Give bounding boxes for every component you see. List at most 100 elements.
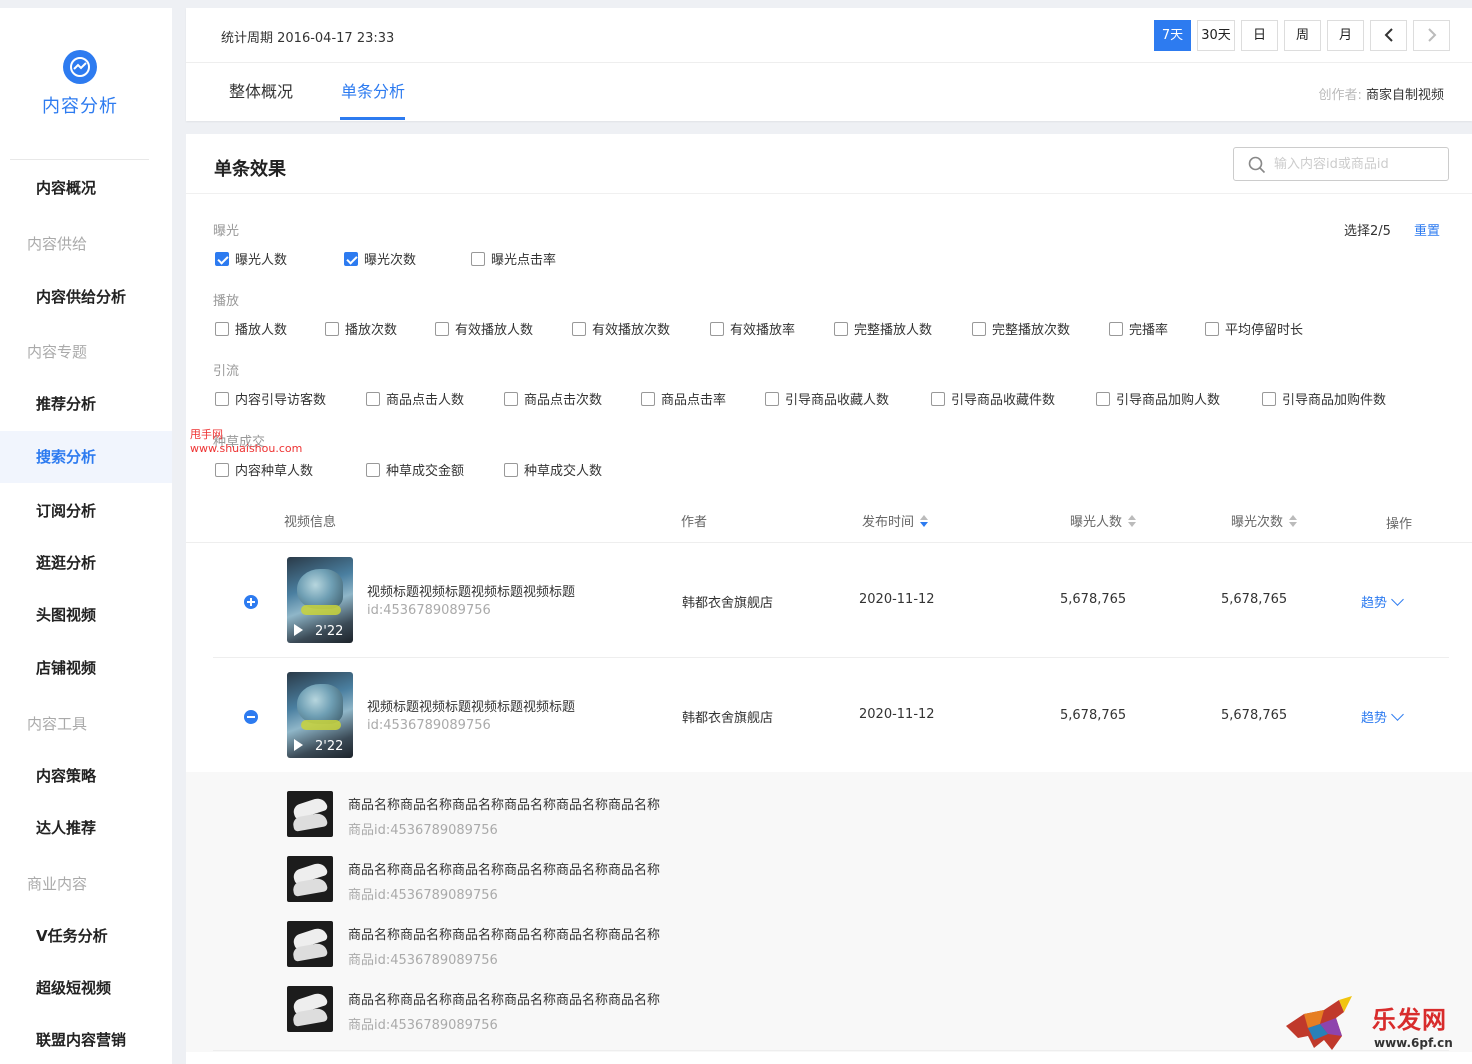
checkbox-guided-visitors[interactable]: 内容引导访客数 xyxy=(215,389,326,408)
checkbox-label: 曝光人数 xyxy=(235,253,288,268)
sidebar-item-super-short-video[interactable]: 超级短视频 xyxy=(0,962,172,1014)
checkbox-box xyxy=(1205,321,1219,336)
trend-button[interactable]: 趋势 xyxy=(1361,707,1404,726)
checkbox-label: 商品点击次数 xyxy=(524,393,603,408)
checkbox-valid-play-rate[interactable]: 有效播放率 xyxy=(710,319,795,338)
author-cell: 韩都衣舍旗舰店 xyxy=(682,596,774,611)
tab-single-analysis[interactable]: 单条分析 xyxy=(341,78,405,102)
range-day-button[interactable]: 日 xyxy=(1241,20,1278,51)
video-thumbnail[interactable]: 2'22 xyxy=(287,672,353,758)
checkbox-box xyxy=(1096,391,1110,406)
col-publish-time[interactable]: 发布时间 xyxy=(862,511,929,530)
checkbox-exposure-ctr[interactable]: 曝光点击率 xyxy=(471,249,556,268)
checkbox-exposure-users[interactable]: 曝光人数 xyxy=(215,249,287,268)
date-cell: 2020-11-12 xyxy=(859,707,935,722)
goods-name[interactable]: 商品名称商品名称商品名称商品名称商品名称商品名称 xyxy=(348,794,660,813)
creator-label: 创作者: xyxy=(1318,88,1362,103)
checkbox-seeding-amount[interactable]: 种草成交金额 xyxy=(366,460,464,479)
checkbox-box xyxy=(471,251,485,266)
checkbox-item-click-times[interactable]: 商品点击次数 xyxy=(504,389,602,408)
checkbox-box xyxy=(215,391,229,406)
goods-name[interactable]: 商品名称商品名称商品名称商品名称商品名称商品名称 xyxy=(348,989,660,1008)
next-period-button[interactable] xyxy=(1413,20,1450,51)
col-video-info: 视频信息 xyxy=(284,511,336,530)
creator-filter[interactable]: 创作者: 商家自制视频 xyxy=(1318,84,1444,103)
checkbox-box xyxy=(366,462,380,477)
chevron-right-icon xyxy=(1427,28,1436,42)
checkbox-exposure-times[interactable]: 曝光次数 xyxy=(344,249,416,268)
prev-period-button[interactable] xyxy=(1370,20,1407,51)
checkbox-valid-play-users[interactable]: 有效播放人数 xyxy=(435,319,533,338)
sidebar-logo[interactable]: 内容分析 xyxy=(0,50,160,118)
trend-label: 趋势 xyxy=(1361,711,1388,726)
checkbox-box xyxy=(215,462,229,477)
reset-link[interactable]: 重置 xyxy=(1414,220,1440,239)
exposure-users-cell: 5,678,765 xyxy=(1060,708,1127,723)
col-exposure-users[interactable]: 曝光人数 xyxy=(1070,511,1137,530)
checkbox-cart-users[interactable]: 引导商品加购人数 xyxy=(1096,389,1220,408)
checkbox-complete-play-users[interactable]: 完整播放人数 xyxy=(834,319,932,338)
search-input[interactable] xyxy=(1274,154,1439,174)
sidebar-item-supply-analysis[interactable]: 内容供给分析 xyxy=(0,271,172,323)
col-label: 视频信息 xyxy=(284,515,337,530)
goods-thumbnail[interactable] xyxy=(287,791,333,837)
collapse-minus-icon[interactable] xyxy=(244,710,258,724)
checkbox-complete-play-times[interactable]: 完整播放次数 xyxy=(972,319,1070,338)
checkbox-box xyxy=(641,391,655,406)
sidebar-group-content-tools: 内容工具 xyxy=(27,715,88,733)
sidebar-item-v-task[interactable]: V任务分析 xyxy=(0,910,172,962)
sidebar-item-subscribe-analysis[interactable]: 订阅分析 xyxy=(0,485,172,537)
sort-icon xyxy=(920,514,929,527)
checkbox-valid-play-times[interactable]: 有效播放次数 xyxy=(572,319,670,338)
group-label-traffic: 引流 xyxy=(213,364,240,379)
checkbox-play-users[interactable]: 播放人数 xyxy=(215,319,287,338)
sidebar-item-search-analysis[interactable]: 搜索分析 xyxy=(0,431,172,483)
checkbox-avg-stay-time[interactable]: 平均停留时长 xyxy=(1205,319,1303,338)
checkbox-completion-rate[interactable]: 完播率 xyxy=(1109,319,1168,338)
video-title[interactable]: 视频标题视频标题视频标题视频标题 xyxy=(367,696,575,715)
checkbox-box xyxy=(325,321,339,336)
checkbox-fav-users[interactable]: 引导商品收藏人数 xyxy=(765,389,889,408)
video-id: id:4536789089756 xyxy=(367,603,491,618)
col-exposure-times[interactable]: 曝光次数 xyxy=(1231,511,1298,530)
video-title[interactable]: 视频标题视频标题视频标题视频标题 xyxy=(367,581,575,600)
sidebar-group-business-content: 商业内容 xyxy=(27,875,88,893)
goods-thumbnail[interactable] xyxy=(287,986,333,1032)
sidebar-item-influencer-recommend[interactable]: 达人推荐 xyxy=(0,802,172,854)
range-7d-button[interactable]: 7天 xyxy=(1154,20,1191,51)
sidebar-item-header-video[interactable]: 头图视频 xyxy=(0,589,172,641)
checkbox-label: 种草成交人数 xyxy=(524,464,603,479)
checkbox-play-times[interactable]: 播放次数 xyxy=(325,319,397,338)
checkbox-fav-items[interactable]: 引导商品收藏件数 xyxy=(931,389,1055,408)
range-month-button[interactable]: 月 xyxy=(1327,20,1364,51)
tab-overview[interactable]: 整体概况 xyxy=(229,78,293,102)
goods-thumbnail[interactable] xyxy=(287,921,333,967)
checkbox-seeding-users[interactable]: 内容种草人数 xyxy=(215,460,313,479)
search-box[interactable] xyxy=(1233,147,1449,181)
video-thumbnail[interactable]: 2'22 xyxy=(287,557,353,643)
sort-icon xyxy=(1289,514,1298,527)
goods-thumbnail[interactable] xyxy=(287,856,333,902)
sidebar-item-stroll-analysis[interactable]: 逛逛分析 xyxy=(0,537,172,589)
range-30d-button[interactable]: 30天 xyxy=(1197,20,1235,51)
sidebar-item-content-strategy[interactable]: 内容策略 xyxy=(0,750,172,802)
trend-button[interactable]: 趋势 xyxy=(1361,592,1404,611)
expand-plus-icon[interactable] xyxy=(244,595,258,609)
goods-name[interactable]: 商品名称商品名称商品名称商品名称商品名称商品名称 xyxy=(348,924,660,943)
sidebar-item-alliance-marketing[interactable]: 联盟内容营销 xyxy=(0,1014,172,1064)
checkbox-item-ctr[interactable]: 商品点击率 xyxy=(641,389,726,408)
sidebar-item-shop-video[interactable]: 店铺视频 xyxy=(0,642,172,694)
selection-count: 选择2/5 xyxy=(1344,224,1391,239)
checkbox-seeding-buyers[interactable]: 种草成交人数 xyxy=(504,460,602,479)
brand-watermark-text: 乐发网 xyxy=(1372,1005,1447,1034)
col-label: 曝光次数 xyxy=(1231,515,1284,530)
checkbox-item-click-users[interactable]: 商品点击人数 xyxy=(366,389,464,408)
checkbox-cart-items[interactable]: 引导商品加购件数 xyxy=(1262,389,1386,408)
play-icon xyxy=(294,739,303,751)
checkbox-box xyxy=(572,321,586,336)
sidebar-item-content-overview[interactable]: 内容概况 xyxy=(0,162,172,214)
stat-period: 统计周期 2016-04-17 23:33 xyxy=(221,31,395,46)
goods-name[interactable]: 商品名称商品名称商品名称商品名称商品名称商品名称 xyxy=(348,859,660,878)
range-week-button[interactable]: 周 xyxy=(1284,20,1321,51)
sidebar-item-recommend-analysis[interactable]: 推荐分析 xyxy=(0,378,172,430)
